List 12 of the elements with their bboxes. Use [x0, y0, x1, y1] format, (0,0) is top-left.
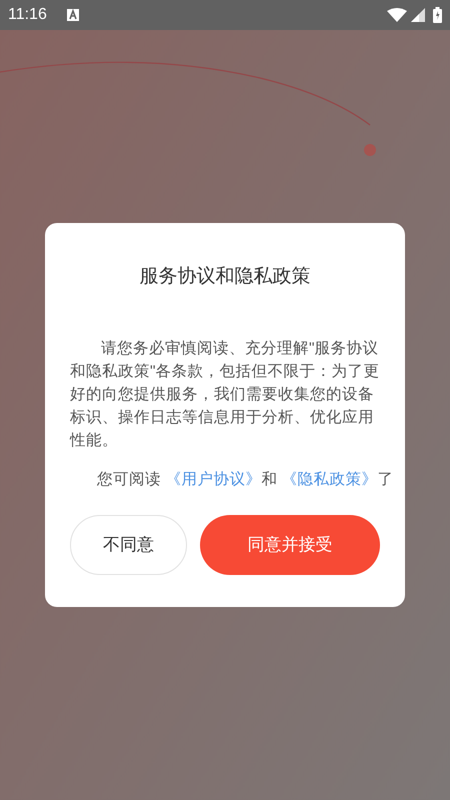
battery-icon	[433, 7, 442, 23]
status-time: 11:16	[8, 5, 47, 25]
wifi-icon	[387, 8, 407, 22]
keyboard-icon	[66, 9, 79, 21]
privacy-policy-link[interactable]: 《隐私政策》	[282, 471, 378, 488]
signal-icon	[411, 8, 425, 22]
dialog-body: 请您务必审慎阅读、充分理解"服务协议和隐私政策"各条款，包括但不限于：为了更好的向您提供服务，我们需要收集您的设备标识、操作日志等信息用于分析、优化应用性能。	[70, 339, 380, 451]
consent-text: 您可阅读 《用户协议》和 《隐私政策》了	[97, 470, 394, 490]
user-agreement-link[interactable]: 《用户协议》	[165, 471, 262, 488]
dialog-title: 服务协议和隐私政策	[140, 265, 310, 289]
agree-button[interactable]: 同意并接受	[200, 515, 380, 575]
disagree-button[interactable]: 不同意	[70, 515, 187, 575]
